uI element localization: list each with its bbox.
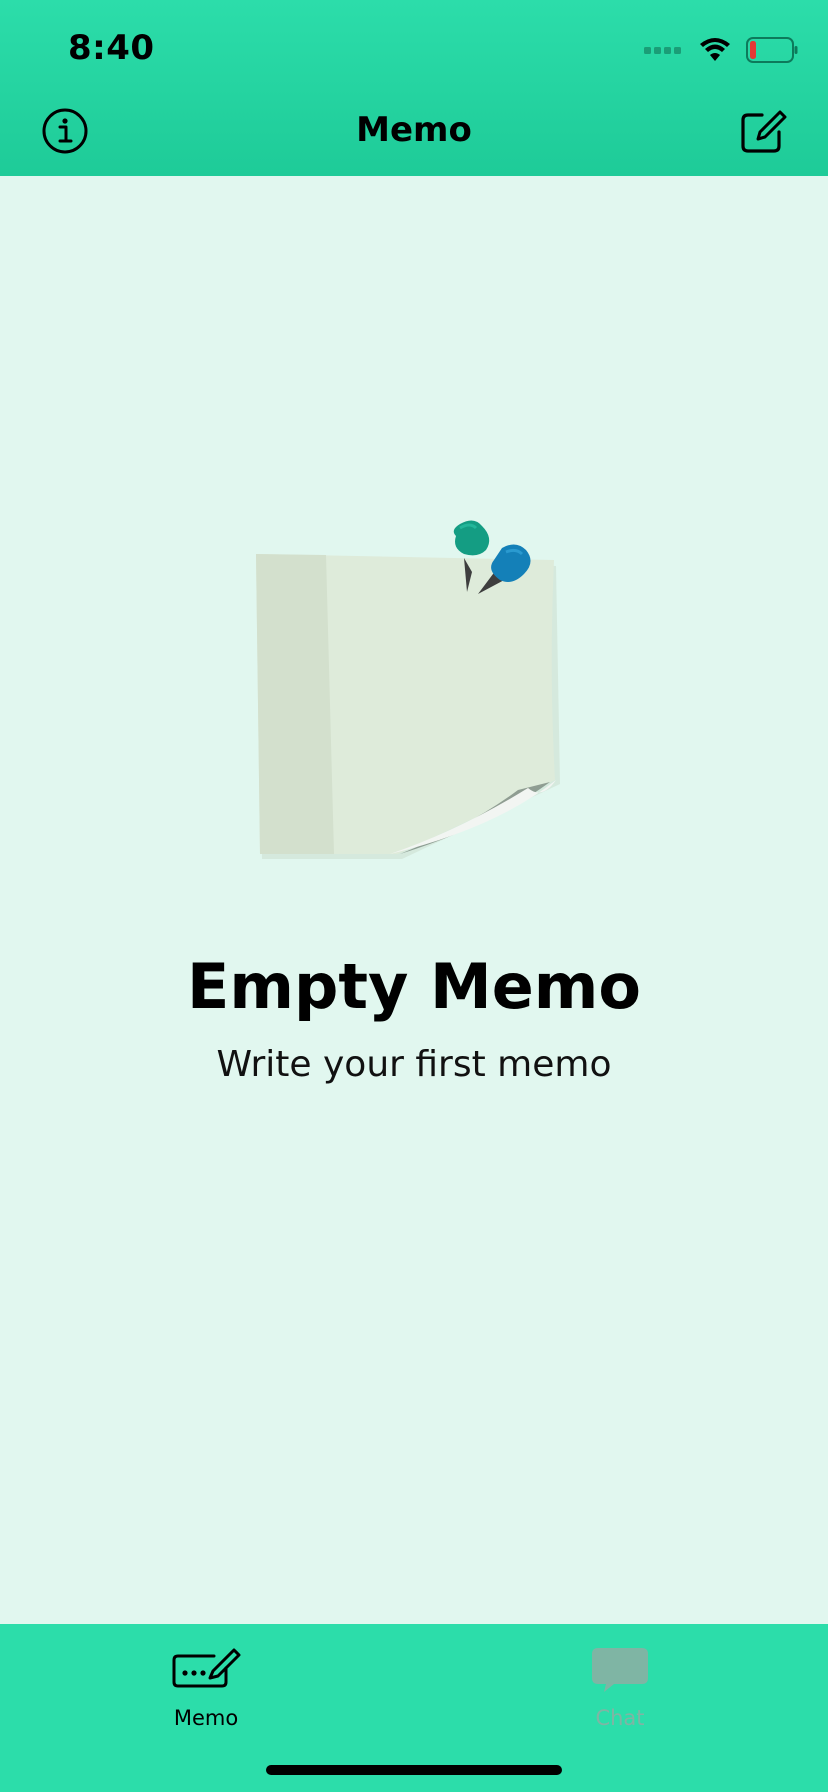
chat-bubble-icon — [592, 1648, 648, 1692]
wifi-icon — [700, 38, 730, 61]
tab-memo-label: Memo — [173, 1706, 239, 1730]
nav-title: Memo — [356, 110, 472, 150]
tab-memo[interactable]: Memo — [126, 1644, 286, 1730]
cellular-signal-icon — [644, 47, 681, 54]
sticky-note-illustration — [256, 520, 560, 859]
compose-icon[interactable] — [738, 106, 788, 156]
empty-state-subtitle: Write your first memo — [216, 1044, 612, 1085]
tab-bar: Memo Chat — [0, 1624, 828, 1792]
home-indicator — [266, 1765, 562, 1775]
empty-state-title: Empty Memo — [187, 950, 641, 1023]
status-icons — [644, 32, 798, 68]
battery-low-icon — [746, 37, 798, 63]
app-screen: 8:40 Memo Empty Memo Write your first me… — [0, 0, 828, 1792]
tab-chat[interactable]: Chat — [540, 1644, 700, 1730]
status-time: 8:40 — [68, 28, 155, 68]
memo-pen-icon — [172, 1648, 241, 1688]
tab-chat-label: Chat — [595, 1706, 645, 1730]
header: 8:40 Memo — [0, 0, 828, 176]
